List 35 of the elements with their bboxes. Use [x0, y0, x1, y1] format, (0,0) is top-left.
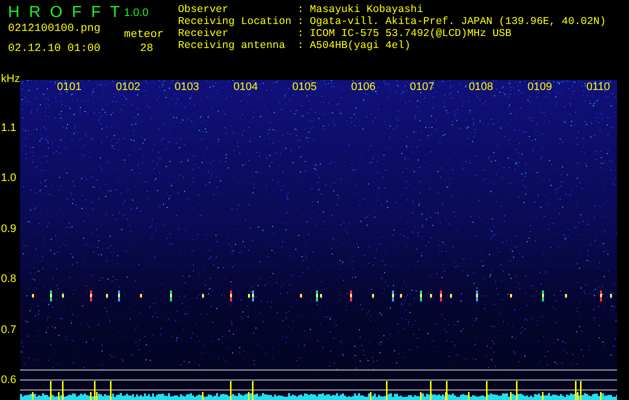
- app-title: H R O F F T: [8, 4, 121, 22]
- frequency-label: 0.9: [1, 222, 16, 235]
- frequency-label: 0.8: [1, 273, 16, 286]
- info-label: Observer: [178, 4, 230, 16]
- axis-unit: kHz: [1, 73, 20, 85]
- app-version: 1.0.0: [124, 7, 150, 19]
- info-value: Masayuki Kobayashi: [310, 4, 424, 16]
- separator-colon: :: [297, 28, 304, 40]
- time-label: 0107: [410, 81, 434, 93]
- info-value: ICOM IC-575 53.7492(@LCD)MHz USB: [310, 28, 512, 40]
- info-label: Receiving Location: [178, 16, 292, 28]
- info-label: Receiver: [178, 28, 230, 40]
- info-label: Receiving antenna: [178, 40, 286, 52]
- separator-colon: :: [297, 16, 304, 28]
- frequency-label: 0.6: [1, 374, 16, 386]
- time-label: 0105: [292, 81, 317, 93]
- meteor-label: meteor: [124, 29, 165, 41]
- date-time: 02.12.10 01:00: [8, 43, 102, 55]
- info-value: Ogata-vill. Akita-Pref. JAPAN (139.96E, 40.02N): [310, 16, 606, 28]
- time-label: 0108: [468, 81, 494, 93]
- time-label: 0104: [233, 81, 258, 93]
- frequency-label: 1.1: [1, 122, 16, 134]
- time-label: 0103: [174, 81, 200, 93]
- frequency-label: 1.0: [1, 172, 16, 184]
- info-value: A504HB(yagi 4el): [310, 40, 411, 52]
- time-label: 0106: [351, 81, 376, 93]
- time-label: 0109: [528, 81, 552, 93]
- time-label: 0101: [57, 81, 82, 93]
- separator-colon: :: [297, 40, 304, 52]
- meteor-count: 28: [139, 43, 154, 55]
- file-name: 0212100100.png: [8, 23, 102, 37]
- separator-colon: :: [297, 4, 304, 16]
- frequency-label: 0.7: [1, 324, 16, 336]
- time-label: 0102: [116, 81, 140, 93]
- time-label: 0110: [586, 81, 610, 93]
